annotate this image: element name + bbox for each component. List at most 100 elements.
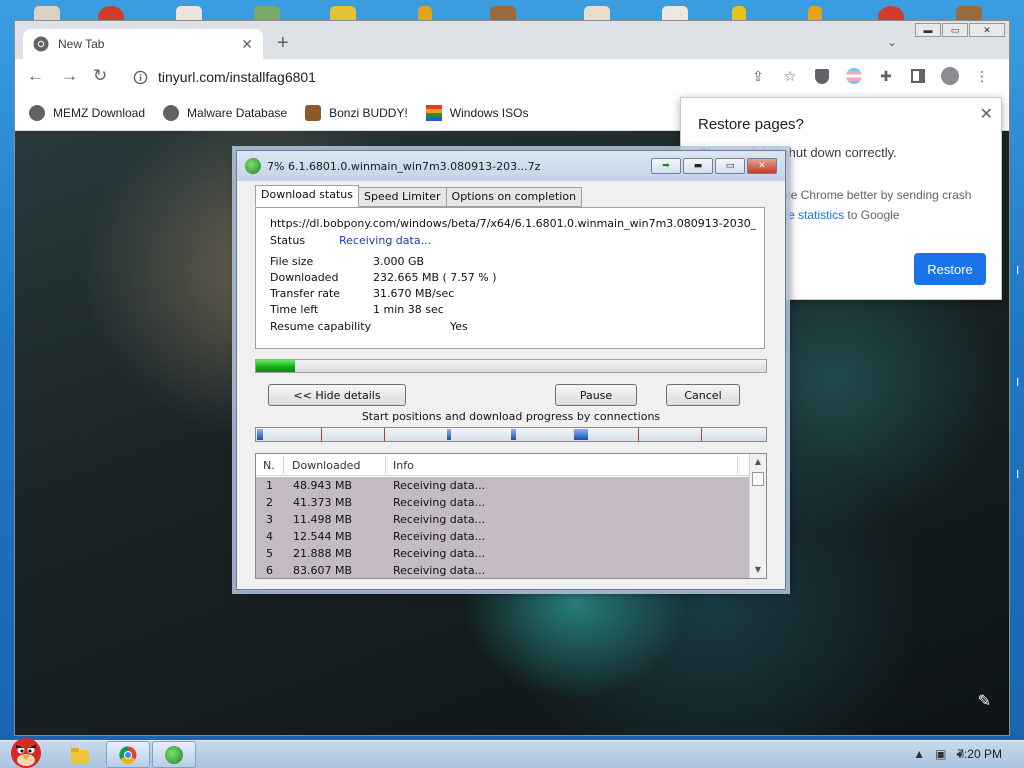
forward-icon[interactable]: → xyxy=(61,67,78,85)
download-status-panel: https://dl.bobpony.com/windows/beta/7/x6… xyxy=(255,207,765,349)
tab-search-chevron-icon[interactable]: ⌄ xyxy=(887,35,897,49)
reload-icon[interactable]: ↻ xyxy=(93,67,107,85)
taskbar-idm-button[interactable] xyxy=(152,741,196,768)
maximize-icon[interactable]: ▭ xyxy=(942,23,968,37)
connection-info: Receiving data... xyxy=(393,496,486,509)
tab-download-status[interactable]: Download status xyxy=(255,185,359,207)
minimize-icon[interactable]: ▬ xyxy=(915,23,941,37)
tab-strip: New Tab ✕ + ⌄ ▬ ▭ ✕ xyxy=(15,21,1009,59)
taskbar-clock[interactable]: 7:20 PM xyxy=(957,747,1002,761)
connection-info: Receiving data... xyxy=(393,547,486,560)
show-hidden-icons-icon[interactable]: ▲ xyxy=(913,747,925,762)
bookmark-label: Windows ISOs xyxy=(449,105,529,120)
url-text: tinyurl.com/installfag6801 xyxy=(158,69,316,85)
resume-capability-value: Yes xyxy=(450,320,468,333)
trans-flag-extension-icon[interactable] xyxy=(845,67,863,85)
connection-start-marker xyxy=(638,428,639,441)
connection-info: Receiving data... xyxy=(393,530,486,543)
table-row[interactable]: 1 48.943 MB Receiving data... xyxy=(256,477,750,494)
explorer-folder-icon[interactable] xyxy=(70,746,90,764)
chrome-icon xyxy=(119,745,137,764)
close-popup-icon[interactable]: ✕ xyxy=(980,104,993,124)
close-dialog-icon[interactable]: ✕ xyxy=(747,158,777,174)
taskbar-chrome-button[interactable] xyxy=(106,741,150,768)
column-header-number[interactable]: N. xyxy=(263,459,275,472)
network-icon[interactable]: ▣ xyxy=(935,747,946,762)
scroll-thumb[interactable] xyxy=(752,472,764,486)
customize-pencil-icon[interactable]: ✎ xyxy=(978,691,991,711)
connection-start-marker xyxy=(384,428,385,441)
connection-info: Receiving data... xyxy=(393,564,486,577)
pause-button[interactable]: Pause xyxy=(555,384,637,406)
dialog-tabs: Download status Speed Limiter Options on… xyxy=(255,185,583,209)
idm-download-arrow-icon[interactable]: ➡ xyxy=(651,158,681,174)
connections-list-header: N. Downloaded Info xyxy=(256,454,750,476)
tab-title: New Tab xyxy=(58,37,105,51)
bookmark-label: MEMZ Download xyxy=(53,105,146,120)
dialog-title-bar[interactable]: 7% 6.1.6801.0.winmain_win7m3.080913-203.… xyxy=(237,151,785,181)
table-row[interactable]: 2 41.373 MB Receiving data... xyxy=(256,494,750,511)
connection-start-marker xyxy=(701,428,702,441)
vertical-scrollbar[interactable]: ▲ ▼ xyxy=(749,454,766,578)
bookmark-label: Bonzi BUDDY! xyxy=(329,105,408,120)
cancel-button[interactable]: Cancel xyxy=(666,384,740,406)
tab-speed-limiter[interactable]: Speed Limiter xyxy=(357,187,447,207)
desktop-edge-text: I xyxy=(1016,468,1020,481)
site-info-icon[interactable] xyxy=(133,70,148,85)
connection-progress-segment xyxy=(447,429,451,440)
bookmark-bonzi-buddy[interactable]: Bonzi BUDDY! xyxy=(305,104,408,121)
tab-options-on-completion[interactable]: Options on completion xyxy=(445,187,583,207)
table-row[interactable]: 5 21.888 MB Receiving data... xyxy=(256,545,750,562)
bookmark-memz-download[interactable]: MEMZ Download xyxy=(29,104,146,121)
column-header-downloaded[interactable]: Downloaded xyxy=(292,459,360,472)
download-url: https://dl.bobpony.com/windows/beta/7/x6… xyxy=(270,217,756,230)
dialog-caption-buttons: ➡ ▬ ▭ ✕ xyxy=(651,158,777,174)
profile-avatar-icon[interactable] xyxy=(941,67,959,85)
new-tab-icon[interactable]: + xyxy=(277,33,289,53)
side-panel-icon[interactable] xyxy=(909,67,927,85)
bookmark-malware-database[interactable]: Malware Database xyxy=(163,104,287,121)
taskbar: ▲ ▣ 🔊︎ 7:20 PM xyxy=(0,738,1024,768)
desktop-edge-text: I xyxy=(1016,376,1020,389)
table-row[interactable]: 3 11.498 MB Receiving data... xyxy=(256,511,750,528)
globe-icon xyxy=(163,104,180,121)
angry-bird-start-icon[interactable] xyxy=(4,733,46,768)
window-caption-buttons: ▬ ▭ ✕ xyxy=(915,23,1005,37)
downloaded-value: 232.665 MB ( 7.57 % ) xyxy=(373,271,497,284)
connection-info: Receiving data... xyxy=(393,513,486,526)
share-icon[interactable]: ⇪ xyxy=(749,67,767,85)
close-window-icon[interactable]: ✕ xyxy=(969,23,1005,37)
close-tab-icon[interactable]: ✕ xyxy=(241,36,253,53)
status-label: Status xyxy=(270,234,306,247)
connection-number: 1 xyxy=(266,479,273,492)
hide-details-button[interactable]: << Hide details xyxy=(268,384,406,406)
scroll-down-icon[interactable]: ▼ xyxy=(750,562,766,578)
bonzi-icon xyxy=(305,104,322,121)
maximize-icon[interactable]: ▭ xyxy=(715,158,745,174)
table-row[interactable]: 4 12.544 MB Receiving data... xyxy=(256,528,750,545)
bookmark-windows-isos[interactable]: Windows ISOs xyxy=(425,104,529,121)
bookmark-star-icon[interactable]: ☆ xyxy=(781,67,799,85)
connection-downloaded: 48.943 MB xyxy=(293,479,353,492)
minimize-icon[interactable]: ▬ xyxy=(683,158,713,174)
restore-button[interactable]: Restore xyxy=(914,253,986,285)
connection-number: 3 xyxy=(266,513,273,526)
download-dialog: 7% 6.1.6801.0.winmain_win7m3.080913-203.… xyxy=(236,150,786,590)
extensions-puzzle-icon[interactable]: ✚ xyxy=(877,67,895,85)
address-bar[interactable]: tinyurl.com/installfag6801 xyxy=(127,64,727,90)
connection-info: Receiving data... xyxy=(393,479,486,492)
tab-new-tab[interactable]: New Tab ✕ xyxy=(23,29,263,59)
status-value: Receiving data... xyxy=(339,234,432,247)
table-row[interactable]: 6 83.607 MB Receiving data... xyxy=(256,562,750,578)
chrome-menu-icon[interactable]: ⋮ xyxy=(973,67,991,85)
help-text-suffix: to Google xyxy=(844,208,900,222)
connection-number: 4 xyxy=(266,530,273,543)
browser-toolbar: ← → ↻ tinyurl.com/installfag6801 ⇪ ☆ ✚ ⋮ xyxy=(15,59,1009,95)
column-header-info[interactable]: Info xyxy=(393,459,414,472)
connection-downloaded: 11.498 MB xyxy=(293,513,353,526)
connection-downloaded: 21.888 MB xyxy=(293,547,353,560)
back-icon[interactable]: ← xyxy=(27,67,44,85)
ublock-origin-icon[interactable] xyxy=(813,67,831,85)
file-size-label: File size xyxy=(270,255,314,268)
scroll-up-icon[interactable]: ▲ xyxy=(750,454,766,470)
